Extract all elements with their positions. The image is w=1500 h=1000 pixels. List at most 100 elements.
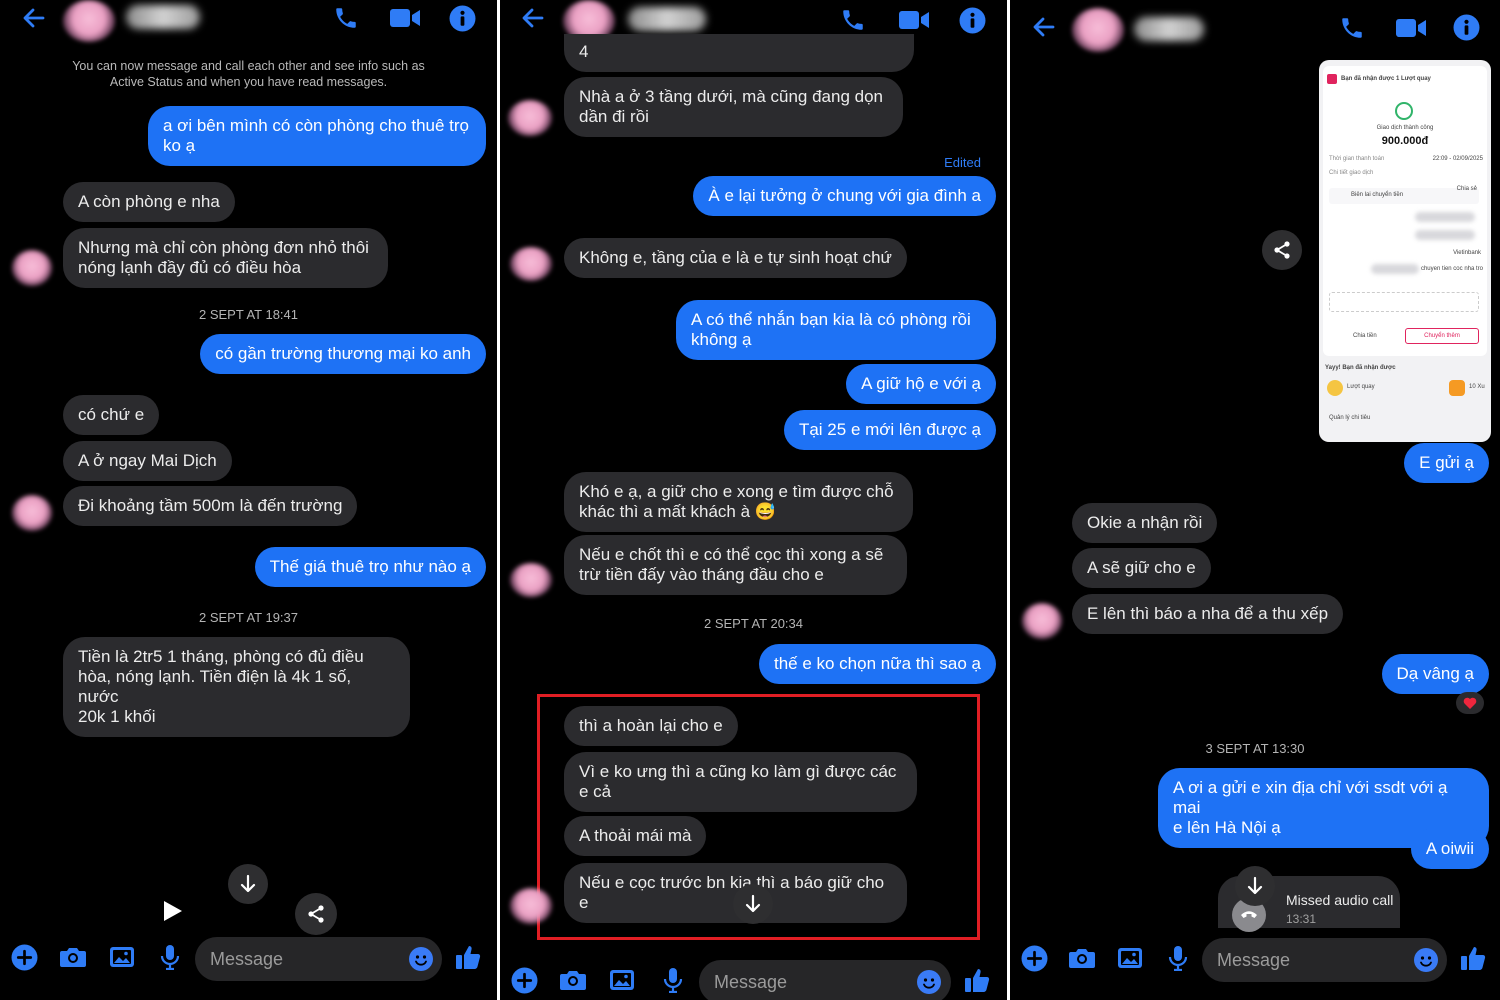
contact-name[interactable] bbox=[126, 5, 200, 29]
sender-avatar bbox=[510, 563, 552, 597]
reward-spin: Lượt quay bbox=[1347, 384, 1375, 390]
coin-icon bbox=[1449, 380, 1465, 396]
success-check-icon bbox=[1395, 102, 1413, 120]
plus-icon[interactable] bbox=[1020, 944, 1048, 972]
incoming-message[interactable]: A ở ngay Mai Dịch bbox=[63, 441, 232, 481]
blurred-field bbox=[1415, 212, 1475, 222]
thumbs-up-icon[interactable] bbox=[962, 965, 992, 995]
microphone-icon[interactable] bbox=[1166, 944, 1190, 972]
emoji-icon[interactable] bbox=[409, 947, 433, 971]
app-logo-icon bbox=[1327, 74, 1337, 84]
edited-label: Edited bbox=[944, 155, 981, 170]
outgoing-message[interactable]: a ơi bên mình có còn phòng cho thuê trọ k… bbox=[148, 106, 486, 166]
microphone-icon[interactable] bbox=[661, 966, 685, 994]
share-button[interactable] bbox=[295, 893, 337, 935]
contact-name[interactable] bbox=[1134, 17, 1204, 41]
receipt-title: Bạn đã nhận được 1 Lượt quay bbox=[1341, 76, 1431, 82]
image-icon[interactable] bbox=[608, 966, 636, 994]
scroll-down-button[interactable] bbox=[733, 884, 773, 924]
manage-spending: Quản lý chi tiêu bbox=[1329, 415, 1371, 421]
emoji-icon[interactable] bbox=[917, 970, 941, 994]
share-button[interactable] bbox=[1262, 230, 1302, 270]
outgoing-message[interactable]: À e lại tưởng ở chung với gia đình a bbox=[693, 176, 996, 216]
receipt-tip bbox=[1329, 292, 1479, 312]
incoming-message[interactable]: E lên thì báo a nha để a thu xếp bbox=[1072, 594, 1344, 634]
thumbs-up-icon[interactable] bbox=[1458, 943, 1488, 973]
receipt-subtitle: Giao dịch thành công bbox=[1376, 125, 1434, 131]
incoming-message[interactable]: A còn phòng e nha bbox=[63, 182, 235, 222]
receipt-time-label: Thời gian thanh toán bbox=[1329, 156, 1385, 162]
video-camera-icon[interactable] bbox=[388, 3, 422, 33]
scroll-down-button[interactable] bbox=[228, 864, 268, 904]
thumbs-up-icon[interactable] bbox=[453, 942, 483, 972]
outgoing-message[interactable]: thế e ko chọn nữa thì sao ạ bbox=[758, 644, 996, 684]
incoming-message[interactable]: Nhưng mà chỉ còn phòng đơn nhỏ thôi nóng … bbox=[63, 228, 388, 288]
incoming-message[interactable]: Okie a nhận rồi bbox=[1072, 503, 1218, 543]
incoming-message[interactable]: thì a hoàn lại cho e bbox=[564, 706, 738, 746]
receipt-link: Biên lai chuyển tiền bbox=[1351, 192, 1404, 198]
incoming-message[interactable]: Khó e ạ, a giữ cho e xong e tìm được chỗ… bbox=[564, 472, 913, 532]
plus-icon[interactable] bbox=[510, 966, 538, 994]
video-camera-icon[interactable] bbox=[897, 5, 931, 35]
heart-reaction-icon[interactable] bbox=[1456, 692, 1484, 714]
incoming-message[interactable]: Tiền là 2tr5 1 tháng, phòng có đủ điều hò… bbox=[63, 637, 410, 737]
video-camera-icon[interactable] bbox=[1394, 13, 1428, 43]
incoming-message[interactable]: Nếu e chốt thì e có thể cọc thì xong a s… bbox=[564, 535, 907, 595]
plus-icon[interactable] bbox=[10, 943, 38, 971]
scroll-down-button[interactable] bbox=[1235, 866, 1275, 906]
info-icon[interactable] bbox=[957, 5, 987, 35]
incoming-message[interactable]: 4 bbox=[564, 34, 914, 72]
camera-icon[interactable] bbox=[1067, 944, 1097, 972]
image-icon[interactable] bbox=[1116, 944, 1144, 972]
attached-image[interactable]: Bạn đã nhận được 1 Lượt quay Giao dịch t… bbox=[1319, 60, 1491, 442]
image-icon[interactable] bbox=[108, 943, 136, 971]
phone-icon[interactable] bbox=[838, 5, 868, 35]
missed-call-time: 13:31 bbox=[1286, 912, 1317, 926]
microphone-icon[interactable] bbox=[158, 943, 182, 971]
camera-icon[interactable] bbox=[558, 966, 588, 994]
sender-avatar bbox=[510, 247, 552, 281]
outgoing-message[interactable]: E gửi ạ bbox=[1404, 443, 1489, 483]
timestamp: 2 SEPT AT 19:37 bbox=[198, 610, 298, 625]
contact-avatar[interactable] bbox=[1072, 8, 1124, 52]
outgoing-message[interactable]: Thế giá thuê trọ như nào ạ bbox=[254, 547, 486, 587]
outgoing-message[interactable]: Dạ vâng ạ bbox=[1381, 654, 1489, 694]
phone-icon[interactable] bbox=[331, 3, 361, 33]
receipt-note: chuyen tien coc nha tro bbox=[1420, 266, 1483, 272]
timestamp: 3 SEPT AT 13:30 bbox=[1205, 741, 1305, 756]
sender-avatar bbox=[1022, 603, 1062, 639]
camera-icon[interactable] bbox=[58, 943, 88, 971]
outgoing-message[interactable]: A giữ hộ e với ạ bbox=[846, 364, 996, 404]
incoming-message[interactable]: A sẽ giữ cho e bbox=[1072, 548, 1211, 588]
incoming-message[interactable]: Nhà a ở 3 tầng dưới, mà cũng đang dọn dần… bbox=[564, 77, 903, 137]
message-input[interactable]: Message bbox=[195, 937, 442, 981]
info-icon[interactable] bbox=[1451, 12, 1481, 42]
contact-name[interactable] bbox=[628, 7, 706, 31]
outgoing-message[interactable]: Tại 25 e mới lên được ạ bbox=[783, 410, 996, 450]
play-icon[interactable] bbox=[160, 899, 184, 928]
outgoing-message[interactable]: có gần trường thương mại ko anh bbox=[200, 334, 486, 374]
emoji-icon[interactable] bbox=[1414, 948, 1438, 972]
incoming-message[interactable]: có chứ e bbox=[63, 395, 160, 435]
chat-panel-2: 4 Nhà a ở 3 tầng dưới, mà cũng đang dọn d… bbox=[500, 0, 1007, 1000]
info-icon[interactable] bbox=[447, 3, 477, 33]
back-arrow-icon[interactable] bbox=[1029, 12, 1059, 42]
back-arrow-icon[interactable] bbox=[19, 3, 49, 33]
missed-call-title: Missed audio call bbox=[1286, 892, 1394, 908]
chat-panel-1: You can now message and call each other … bbox=[0, 0, 497, 1000]
receipt-more-label: Chuyển thêm bbox=[1424, 333, 1460, 339]
incoming-message[interactable]: Đi khoảng tầm 500m là đến trường bbox=[63, 486, 358, 526]
receipt-detail-label: Chi tiết giao dịch bbox=[1329, 170, 1374, 176]
message-input[interactable]: Message bbox=[699, 960, 951, 1000]
back-arrow-icon[interactable] bbox=[518, 3, 548, 33]
phone-icon[interactable] bbox=[1337, 13, 1367, 43]
contact-avatar[interactable] bbox=[63, 0, 115, 42]
outgoing-message[interactable]: A oiwii bbox=[1410, 829, 1489, 869]
outgoing-message[interactable]: A có thể nhắn bạn kia là có phòng rồi khô… bbox=[676, 300, 996, 360]
message-input[interactable]: Message bbox=[1202, 938, 1447, 982]
blurred-field bbox=[1415, 230, 1475, 240]
incoming-message[interactable]: A thoải mái mà bbox=[564, 816, 707, 856]
timestamp: 2 SEPT AT 20:34 bbox=[703, 616, 803, 631]
incoming-message[interactable]: Vì e ko ưng thì a cũng ko làm gì được cá… bbox=[564, 752, 917, 812]
incoming-message[interactable]: Không e, tầng của e là e tự sinh hoạt ch… bbox=[564, 238, 907, 278]
